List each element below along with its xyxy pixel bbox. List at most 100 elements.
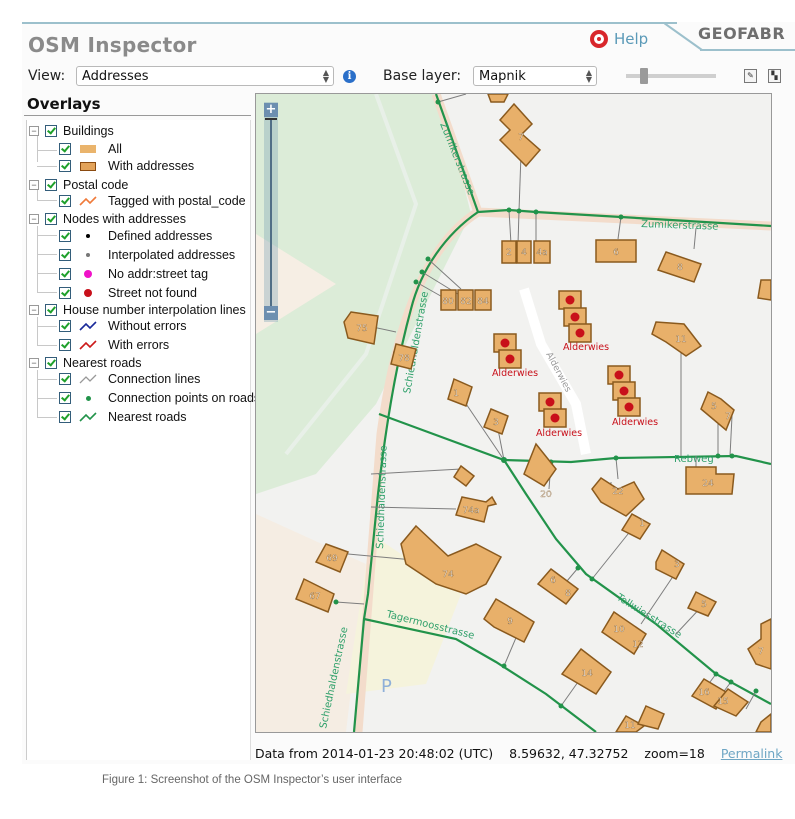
tree-group-nodes[interactable]: − Nodes with addresses <box>29 210 186 228</box>
street-label-schiedhaldenstrasse: Schiedhaldenstrasse <box>375 445 390 549</box>
group-label: Nodes with addresses <box>63 212 186 226</box>
collapse-icon[interactable]: − <box>29 126 39 136</box>
tree-item-no-addr-street[interactable]: No addr:street tag <box>59 265 208 283</box>
item-label: Street not found <box>108 286 197 300</box>
checkbox[interactable] <box>59 411 71 423</box>
item-label: With errors <box>108 338 170 352</box>
base-layer-label: Base layer: <box>383 68 462 84</box>
checkbox[interactable] <box>59 230 71 242</box>
tree-item-postal-tagged[interactable]: Tagged with postal_code <box>59 192 246 210</box>
zoom-level: zoom=18 <box>644 746 705 761</box>
checkbox[interactable] <box>59 339 71 351</box>
tree-item-interpolated-addresses[interactable]: Interpolated addresses <box>59 246 235 264</box>
item-label: All <box>108 142 122 156</box>
base-layer-value: Mapnik <box>479 69 526 84</box>
collapse-icon[interactable]: − <box>29 358 39 368</box>
item-label: Without errors <box>108 319 187 333</box>
red-line-icon <box>77 339 99 351</box>
lifebuoy-icon <box>590 30 608 48</box>
house-number: 78 <box>398 354 410 364</box>
error-label: Alderwies <box>492 368 538 379</box>
permalink-link[interactable]: Permalink <box>721 746 783 761</box>
checkbox[interactable] <box>59 249 71 261</box>
map-canvas[interactable]: P Alderwies Zumikerstrasse Zumikerstrass… <box>256 94 771 732</box>
tree-item-nearest-roads[interactable]: Nearest roads <box>59 408 187 426</box>
item-label: With addresses <box>108 159 195 173</box>
house-number: 16 <box>698 688 710 698</box>
house-number: 1 <box>639 519 645 529</box>
tree-item-connection-points[interactable]: Connection points on roads <box>59 389 260 407</box>
house-number: 8 <box>677 263 683 273</box>
collapse-icon[interactable]: − <box>29 305 39 315</box>
item-label: Connection points on roads <box>108 391 261 405</box>
street-label-alderwies: Alderwies <box>543 351 572 395</box>
brand-tab[interactable]: GEOFABR <box>698 24 785 43</box>
house-number: 24 <box>702 479 714 489</box>
zoom-out-button[interactable]: − <box>264 306 278 320</box>
edit-potlatch-icon[interactable]: ▚ <box>768 69 781 83</box>
checkbox[interactable] <box>59 373 71 385</box>
header-rule <box>22 22 677 24</box>
edit-josm-icon[interactable]: ✎ <box>744 69 757 83</box>
figure-caption: Figure 1: Screenshot of the OSM Inspecto… <box>102 774 402 786</box>
checkbox[interactable] <box>45 125 57 137</box>
house-number: 3 <box>674 560 680 570</box>
tree-item-defined-addresses[interactable]: Defined addresses <box>59 227 212 245</box>
house-number: 69 <box>326 554 338 564</box>
checkbox[interactable] <box>45 357 57 369</box>
house-number: 22 <box>612 487 623 497</box>
cursor-coordinates: 8.59632, 47.32752 <box>509 746 629 761</box>
map-view[interactable]: P Alderwies Zumikerstrasse Zumikerstrass… <box>255 93 772 733</box>
status-bar: Data from 2014-01-23 20:48:02 (UTC) 8.59… <box>255 746 794 761</box>
parking-icon: P <box>381 676 392 697</box>
house-number: 6 <box>550 576 556 586</box>
brand-tab-rule <box>700 49 795 51</box>
house-number: 11 <box>675 335 686 345</box>
checkbox[interactable] <box>59 160 71 172</box>
tree-item-without-errors[interactable]: Without errors <box>59 317 187 335</box>
checkbox[interactable] <box>59 392 71 404</box>
group-label: Buildings <box>63 124 114 138</box>
house-number: 14 <box>581 669 593 679</box>
checkbox[interactable] <box>45 213 57 225</box>
house-number: 7 <box>518 133 524 143</box>
house-number: 7 <box>725 412 731 422</box>
group-label: Nearest roads <box>63 356 142 370</box>
tree-item-buildings-with-addresses[interactable]: With addresses <box>59 157 194 175</box>
zoom-in-button[interactable]: + <box>264 103 278 117</box>
base-layer-select[interactable]: Mapnik ▲ ▼ <box>473 66 597 86</box>
item-label: Interpolated addresses <box>108 248 236 262</box>
help-link[interactable]: Help <box>590 30 648 48</box>
black-dot-icon <box>77 230 99 242</box>
magenta-dot-icon <box>77 268 99 280</box>
house-number: 20 <box>540 490 552 500</box>
tree-item-with-errors[interactable]: With errors <box>59 336 169 354</box>
info-icon[interactable]: i <box>343 70 356 83</box>
house-number: 6 <box>613 248 619 258</box>
collapse-icon[interactable]: − <box>29 180 39 190</box>
tree-item-connection-lines[interactable]: Connection lines <box>59 370 200 388</box>
tree-group-buildings[interactable]: − Buildings <box>29 122 114 140</box>
checkbox[interactable] <box>59 143 71 155</box>
help-label[interactable]: Help <box>614 30 648 48</box>
checkbox[interactable] <box>59 268 71 280</box>
zoom-slider-track[interactable] <box>270 120 272 310</box>
tree-item-street-not-found[interactable]: Street not found <box>59 284 197 302</box>
checkbox[interactable] <box>59 287 71 299</box>
house-number: 5 <box>701 600 707 610</box>
tree-item-buildings-all[interactable]: All <box>59 140 122 158</box>
orange-line-icon <box>77 195 99 207</box>
zoom-slider-handle[interactable] <box>265 118 277 120</box>
house-number: 84 <box>477 297 489 307</box>
error-label: Alderwies <box>612 417 658 428</box>
app-title: OSM Inspector <box>28 33 197 57</box>
landuse-area <box>256 514 366 732</box>
checkbox[interactable] <box>59 320 71 332</box>
group-label: Postal code <box>63 178 129 192</box>
opacity-slider-handle[interactable] <box>640 68 648 84</box>
checkbox[interactable] <box>45 179 57 191</box>
checkbox[interactable] <box>59 195 71 207</box>
collapse-icon[interactable]: − <box>29 214 39 224</box>
checkbox[interactable] <box>45 304 57 316</box>
view-select[interactable]: Addresses ▲ ▼ <box>76 66 334 86</box>
